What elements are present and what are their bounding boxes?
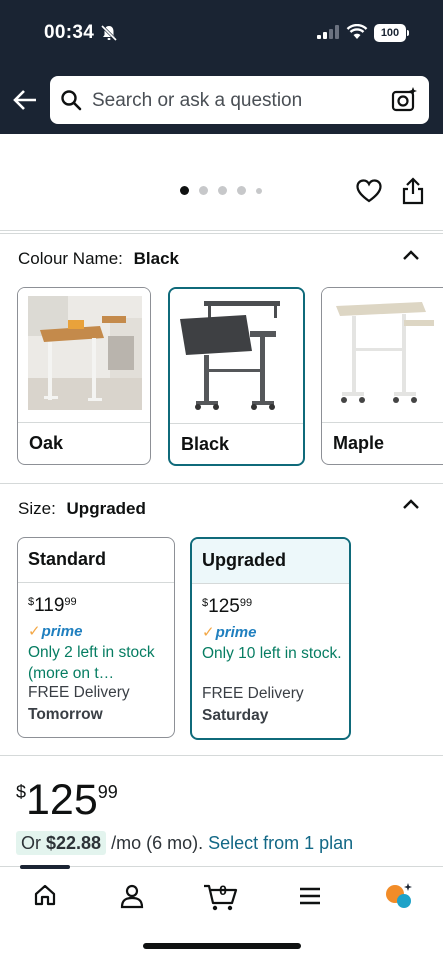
account-icon[interactable] xyxy=(120,883,144,914)
size-option-price: $11999 xyxy=(28,595,77,617)
carousel-dot-active[interactable] xyxy=(180,186,189,195)
plan-prefix: Or xyxy=(21,833,41,853)
colour-selected-value: Black xyxy=(133,249,179,268)
plan-term: /mo (6 mo). xyxy=(111,833,204,853)
home-icon[interactable] xyxy=(33,883,57,912)
price-currency: $ xyxy=(202,597,209,609)
prime-check-icon: ✓ xyxy=(28,623,41,640)
cart-count: 0 xyxy=(219,882,227,898)
battery-indicator: 100 xyxy=(374,24,406,42)
card-divider xyxy=(192,583,349,584)
size-option-price: $12599 xyxy=(202,596,252,618)
price-whole: 125 xyxy=(208,596,240,617)
colour-option-label: Maple xyxy=(333,433,385,453)
size-option-label: Upgraded xyxy=(202,550,287,570)
heart-icon[interactable] xyxy=(355,178,383,209)
colour-option-black[interactable]: Black xyxy=(168,287,305,466)
visual-search-camera-icon[interactable] xyxy=(390,86,418,119)
rufus-assistant-icon[interactable] xyxy=(384,881,414,916)
delivery-text: FREE Delivery xyxy=(28,684,130,701)
search-bar[interactable]: Search or ask a question xyxy=(50,76,429,124)
delivery-text: FREE Delivery xyxy=(202,685,304,702)
price-cents: 99 xyxy=(239,597,253,609)
chevron-up-icon[interactable] xyxy=(402,497,420,515)
card-divider xyxy=(18,422,150,423)
stock-status: Only 10 left in stock. xyxy=(202,645,342,662)
plan-amount-pill: Or $22.88 xyxy=(16,831,107,855)
size-label: Size: xyxy=(18,499,56,518)
prime-badge: ✓prime xyxy=(202,623,256,641)
prime-text: prime xyxy=(41,623,83,640)
active-tab-indicator xyxy=(20,865,70,869)
select-plan-link[interactable]: Select from 1 plan xyxy=(208,833,353,853)
card-divider xyxy=(18,582,174,583)
size-option-upgraded[interactable]: Upgraded $12599 ✓prime Only 10 left in s… xyxy=(190,537,351,740)
price-currency: $ xyxy=(28,596,35,608)
size-option-header: Upgraded xyxy=(192,539,349,583)
colour-label: Colour Name: xyxy=(18,249,123,268)
header: 00:34 100 Search or ask a question xyxy=(0,0,443,134)
share-icon[interactable] xyxy=(401,177,425,210)
wifi-icon xyxy=(346,23,368,45)
home-indicator xyxy=(143,943,301,949)
installment-plan: Or $22.88 /mo (6 mo). Select from 1 plan xyxy=(16,831,353,855)
card-divider xyxy=(322,422,443,423)
silent-bell-icon xyxy=(100,24,118,47)
carousel-dot[interactable] xyxy=(199,186,208,195)
prime-badge: ✓prime xyxy=(28,622,82,640)
carousel-dot[interactable] xyxy=(256,187,262,194)
price-cents: 99 xyxy=(64,596,77,608)
divider xyxy=(0,230,443,231)
price-whole: 125 xyxy=(26,776,98,824)
carousel-dot[interactable] xyxy=(218,186,227,195)
size-option-standard[interactable]: Standard $11999 ✓prime Only 2 left in st… xyxy=(17,537,175,738)
cart-icon[interactable]: 0 xyxy=(203,879,239,916)
stock-status: Only 2 left in stock (more on t… xyxy=(28,644,155,682)
colour-option-maple[interactable]: Maple xyxy=(321,287,443,465)
size-selected-value: Upgraded xyxy=(66,499,146,518)
size-option-header: Standard xyxy=(18,538,174,582)
black-desk-image xyxy=(170,289,303,423)
price-whole: 119 xyxy=(34,595,65,616)
colour-section-title: Colour Name: Black xyxy=(18,249,179,269)
battery-tip xyxy=(407,30,409,36)
size-option-label: Standard xyxy=(28,549,107,569)
colour-option-label: Black xyxy=(181,434,230,454)
divider xyxy=(0,233,443,234)
colour-option-oak[interactable]: Oak xyxy=(17,287,151,465)
prime-text: prime xyxy=(215,624,257,641)
maple-desk-image xyxy=(322,288,443,422)
signal-icon xyxy=(317,25,339,44)
oak-desk-image xyxy=(18,288,150,422)
menu-icon[interactable] xyxy=(298,886,322,911)
delivery-day: Saturday xyxy=(202,707,269,724)
delivery-day: Tomorrow xyxy=(28,706,103,723)
product-price: $12599 xyxy=(16,776,118,825)
status-time: 00:34 xyxy=(44,22,95,43)
card-divider xyxy=(170,423,303,424)
plan-amount: $22.88 xyxy=(46,833,102,853)
carousel-dot[interactable] xyxy=(237,186,246,195)
prime-check-icon: ✓ xyxy=(202,624,215,641)
price-cents: 99 xyxy=(97,782,118,802)
size-section-title: Size: Upgraded xyxy=(18,499,146,519)
back-arrow-icon[interactable] xyxy=(12,88,38,117)
price-currency: $ xyxy=(16,782,27,802)
search-icon xyxy=(60,89,82,116)
status-bar: 00:34 100 xyxy=(0,0,443,66)
divider xyxy=(0,755,443,756)
chevron-up-icon[interactable] xyxy=(402,248,420,266)
search-input[interactable]: Search or ask a question xyxy=(92,90,302,112)
colour-option-label: Oak xyxy=(29,433,64,453)
divider xyxy=(0,483,443,484)
